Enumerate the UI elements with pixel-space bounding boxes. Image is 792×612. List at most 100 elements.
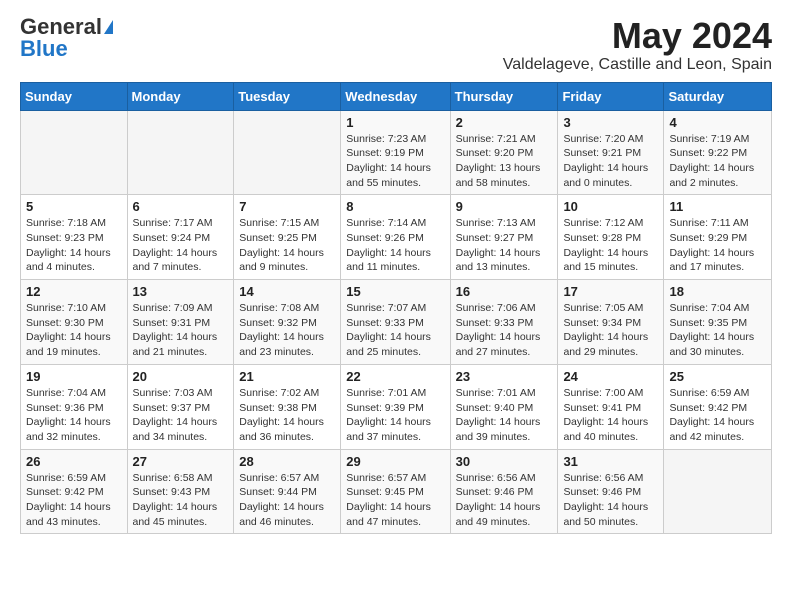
calendar-cell: 10 Sunrise: 7:12 AM Sunset: 9:28 PM Dayli… (558, 195, 664, 280)
weekday-header-sunday: Sunday (21, 82, 128, 110)
day-number: 7 (239, 199, 335, 214)
calendar-cell: 22 Sunrise: 7:01 AM Sunset: 9:39 PM Dayli… (341, 364, 450, 449)
calendar-cell: 8Sunrise: 7:14 AM Sunset: 9:26 PM Daylig… (341, 195, 450, 280)
day-number: 17 (563, 284, 658, 299)
day-info: Sunrise: 7:09 AM Sunset: 9:31 PM Dayligh… (133, 301, 229, 360)
calendar-cell (664, 449, 772, 534)
calendar-cell (234, 110, 341, 195)
day-info: Sunrise: 6:58 AM Sunset: 9:43 PM Dayligh… (133, 471, 229, 530)
day-number: 1 (346, 115, 444, 130)
day-info: Sunrise: 7:01 AM Sunset: 9:39 PM Dayligh… (346, 386, 444, 445)
calendar-cell (21, 110, 128, 195)
day-number: 18 (669, 284, 766, 299)
day-number: 9 (456, 199, 553, 214)
calendar-cell: 6 Sunrise: 7:17 AM Sunset: 9:24 PM Daylig… (127, 195, 234, 280)
day-info: Sunrise: 6:57 AM Sunset: 9:45 PM Dayligh… (346, 471, 444, 530)
weekday-header-wednesday: Wednesday (341, 82, 450, 110)
calendar-cell: 15Sunrise: 7:07 AM Sunset: 9:33 PM Dayli… (341, 280, 450, 365)
day-info: Sunrise: 7:19 AM Sunset: 9:22 PM Dayligh… (669, 132, 766, 191)
calendar-cell: 1 Sunrise: 7:23 AM Sunset: 9:19 PM Daylig… (341, 110, 450, 195)
calendar-cell: 28 Sunrise: 6:57 AM Sunset: 9:44 PM Dayli… (234, 449, 341, 534)
day-number: 27 (133, 454, 229, 469)
calendar-cell: 19 Sunrise: 7:04 AM Sunset: 9:36 PM Dayli… (21, 364, 128, 449)
day-number: 6 (133, 199, 229, 214)
page-header: General Blue May 2024 Valdelageve, Casti… (20, 16, 772, 74)
calendar-cell: 2Sunrise: 7:21 AM Sunset: 9:20 PM Daylig… (450, 110, 558, 195)
day-number: 25 (669, 369, 766, 384)
day-info: Sunrise: 6:59 AM Sunset: 9:42 PM Dayligh… (26, 471, 122, 530)
day-info: Sunrise: 6:56 AM Sunset: 9:46 PM Dayligh… (456, 471, 553, 530)
calendar-cell: 12Sunrise: 7:10 AM Sunset: 9:30 PM Dayli… (21, 280, 128, 365)
day-info: Sunrise: 7:15 AM Sunset: 9:25 PM Dayligh… (239, 216, 335, 275)
day-number: 14 (239, 284, 335, 299)
day-number: 29 (346, 454, 444, 469)
day-info: Sunrise: 7:03 AM Sunset: 9:37 PM Dayligh… (133, 386, 229, 445)
day-number: 10 (563, 199, 658, 214)
day-number: 19 (26, 369, 122, 384)
day-info: Sunrise: 7:07 AM Sunset: 9:33 PM Dayligh… (346, 301, 444, 360)
calendar-cell: 14 Sunrise: 7:08 AM Sunset: 9:32 PM Dayli… (234, 280, 341, 365)
weekday-header-row: SundayMondayTuesdayWednesdayThursdayFrid… (21, 82, 772, 110)
day-number: 11 (669, 199, 766, 214)
day-info: Sunrise: 7:14 AM Sunset: 9:26 PM Dayligh… (346, 216, 444, 275)
day-info: Sunrise: 7:17 AM Sunset: 9:24 PM Dayligh… (133, 216, 229, 275)
day-info: Sunrise: 7:20 AM Sunset: 9:21 PM Dayligh… (563, 132, 658, 191)
calendar-cell: 3 Sunrise: 7:20 AM Sunset: 9:21 PM Daylig… (558, 110, 664, 195)
logo-general-text: General (20, 16, 102, 38)
calendar-week-row: 19 Sunrise: 7:04 AM Sunset: 9:36 PM Dayli… (21, 364, 772, 449)
day-number: 30 (456, 454, 553, 469)
calendar-week-row: 5 Sunrise: 7:18 AM Sunset: 9:23 PM Daylig… (21, 195, 772, 280)
calendar-cell: 23Sunrise: 7:01 AM Sunset: 9:40 PM Dayli… (450, 364, 558, 449)
weekday-header-tuesday: Tuesday (234, 82, 341, 110)
day-info: Sunrise: 7:08 AM Sunset: 9:32 PM Dayligh… (239, 301, 335, 360)
day-info: Sunrise: 7:06 AM Sunset: 9:33 PM Dayligh… (456, 301, 553, 360)
day-info: Sunrise: 7:02 AM Sunset: 9:38 PM Dayligh… (239, 386, 335, 445)
day-number: 26 (26, 454, 122, 469)
day-number: 5 (26, 199, 122, 214)
day-info: Sunrise: 7:12 AM Sunset: 9:28 PM Dayligh… (563, 216, 658, 275)
weekday-header-thursday: Thursday (450, 82, 558, 110)
weekday-header-monday: Monday (127, 82, 234, 110)
day-number: 28 (239, 454, 335, 469)
calendar-body: 1 Sunrise: 7:23 AM Sunset: 9:19 PM Daylig… (21, 110, 772, 534)
day-info: Sunrise: 7:11 AM Sunset: 9:29 PM Dayligh… (669, 216, 766, 275)
day-info: Sunrise: 7:04 AM Sunset: 9:36 PM Dayligh… (26, 386, 122, 445)
day-number: 21 (239, 369, 335, 384)
calendar-cell: 16 Sunrise: 7:06 AM Sunset: 9:33 PM Dayli… (450, 280, 558, 365)
calendar-cell: 17 Sunrise: 7:05 AM Sunset: 9:34 PM Dayli… (558, 280, 664, 365)
day-info: Sunrise: 7:18 AM Sunset: 9:23 PM Dayligh… (26, 216, 122, 275)
day-number: 2 (456, 115, 553, 130)
calendar-cell: 26 Sunrise: 6:59 AM Sunset: 9:42 PM Dayli… (21, 449, 128, 534)
logo-triangle-icon (104, 20, 113, 34)
day-number: 31 (563, 454, 658, 469)
day-info: Sunrise: 6:56 AM Sunset: 9:46 PM Dayligh… (563, 471, 658, 530)
calendar-cell: 20Sunrise: 7:03 AM Sunset: 9:37 PM Dayli… (127, 364, 234, 449)
day-number: 3 (563, 115, 658, 130)
calendar-cell: 7 Sunrise: 7:15 AM Sunset: 9:25 PM Daylig… (234, 195, 341, 280)
calendar-week-row: 26 Sunrise: 6:59 AM Sunset: 9:42 PM Dayli… (21, 449, 772, 534)
day-info: Sunrise: 7:04 AM Sunset: 9:35 PM Dayligh… (669, 301, 766, 360)
calendar-title: May 2024 (503, 16, 772, 56)
calendar-cell: 4Sunrise: 7:19 AM Sunset: 9:22 PM Daylig… (664, 110, 772, 195)
day-info: Sunrise: 7:23 AM Sunset: 9:19 PM Dayligh… (346, 132, 444, 191)
day-info: Sunrise: 6:57 AM Sunset: 9:44 PM Dayligh… (239, 471, 335, 530)
day-number: 13 (133, 284, 229, 299)
calendar-location: Valdelageve, Castille and Leon, Spain (503, 56, 772, 74)
calendar-cell: 13 Sunrise: 7:09 AM Sunset: 9:31 PM Dayli… (127, 280, 234, 365)
logo: General Blue (20, 16, 113, 60)
calendar-cell: 25 Sunrise: 6:59 AM Sunset: 9:42 PM Dayli… (664, 364, 772, 449)
day-number: 16 (456, 284, 553, 299)
calendar-cell: 21 Sunrise: 7:02 AM Sunset: 9:38 PM Dayli… (234, 364, 341, 449)
calendar-cell: 18 Sunrise: 7:04 AM Sunset: 9:35 PM Dayli… (664, 280, 772, 365)
day-number: 23 (456, 369, 553, 384)
calendar-cell: 24Sunrise: 7:00 AM Sunset: 9:41 PM Dayli… (558, 364, 664, 449)
day-info: Sunrise: 7:13 AM Sunset: 9:27 PM Dayligh… (456, 216, 553, 275)
day-info: Sunrise: 7:05 AM Sunset: 9:34 PM Dayligh… (563, 301, 658, 360)
day-number: 22 (346, 369, 444, 384)
calendar-cell: 30 Sunrise: 6:56 AM Sunset: 9:46 PM Dayli… (450, 449, 558, 534)
weekday-header-friday: Friday (558, 82, 664, 110)
day-info: Sunrise: 6:59 AM Sunset: 9:42 PM Dayligh… (669, 386, 766, 445)
day-number: 24 (563, 369, 658, 384)
calendar-header: SundayMondayTuesdayWednesdayThursdayFrid… (21, 82, 772, 110)
day-number: 12 (26, 284, 122, 299)
